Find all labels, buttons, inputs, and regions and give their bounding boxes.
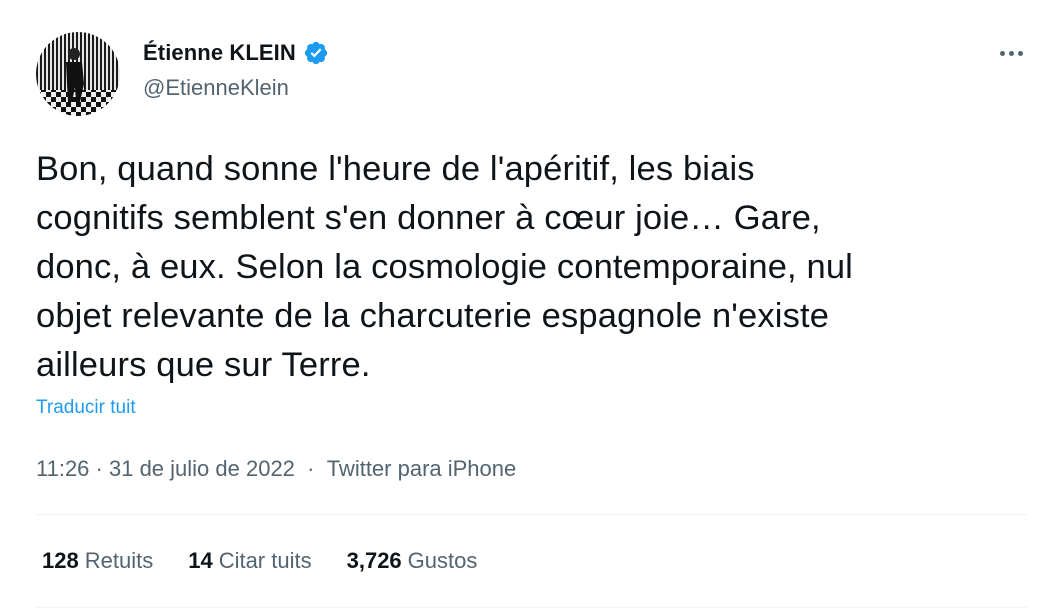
- quotes-stat[interactable]: 14 Citar tuits: [188, 548, 311, 574]
- dot: [1008, 50, 1014, 56]
- verified-badge-icon: [303, 40, 329, 66]
- tweet-text-line: Bon, quand sonne l'heure de l'apéritif, …: [36, 150, 755, 188]
- avatar-photo: [36, 32, 120, 116]
- likes-stat[interactable]: 3,726 Gustos: [347, 548, 478, 574]
- divider: [36, 514, 1027, 515]
- meta-separator: ·: [294, 456, 327, 481]
- divider: [36, 607, 1027, 608]
- tweet-text-line: ailleurs que sur Terre.: [36, 346, 371, 384]
- tweet-source[interactable]: Twitter para iPhone: [327, 456, 517, 482]
- quotes-count: 14: [188, 548, 213, 573]
- translate-tweet-link[interactable]: Traducir tuit: [36, 397, 136, 419]
- likes-count: 3,726: [346, 548, 402, 573]
- retweets-stat[interactable]: 128 Retuits: [42, 548, 153, 574]
- tweet-text-line: cognitifs semblent s'en donner à cœur jo…: [36, 199, 821, 237]
- tweet-card: Étienne KLEIN @EtienneKlein Bon, quand s…: [0, 0, 1037, 611]
- tweet-text-line: objet relevante de la charcuterie espagn…: [36, 297, 830, 335]
- author-block: Étienne KLEIN @EtienneKlein: [143, 36, 329, 101]
- avatar[interactable]: [36, 32, 120, 116]
- more-options-icon[interactable]: [994, 42, 1028, 64]
- display-name[interactable]: Étienne KLEIN: [143, 40, 296, 66]
- engagement-stats: 128 Retuits 14 Citar tuits 3,726 Gustos: [42, 548, 512, 574]
- tweet-time[interactable]: 11:26: [36, 456, 89, 482]
- dot: [1017, 50, 1023, 56]
- tweet-date[interactable]: 31 de julio de 2022: [109, 456, 295, 482]
- likes-label: Gustos: [407, 548, 478, 573]
- quotes-label: Citar tuits: [218, 548, 312, 573]
- tweet-text: Bon, quand sonne l'heure de l'apéritif, …: [36, 145, 996, 390]
- retweets-count: 128: [42, 548, 79, 573]
- meta-separator: ·: [89, 456, 109, 481]
- tweet-text-line: donc, à eux. Selon la cosmologie contemp…: [36, 248, 853, 286]
- tweet-meta: 11:26 · 31 de julio de 2022 · Twitter pa…: [36, 456, 516, 482]
- name-row: Étienne KLEIN: [143, 36, 329, 70]
- user-handle[interactable]: @EtienneKlein: [143, 75, 329, 101]
- retweets-label: Retuits: [84, 548, 154, 573]
- dot: [999, 50, 1005, 56]
